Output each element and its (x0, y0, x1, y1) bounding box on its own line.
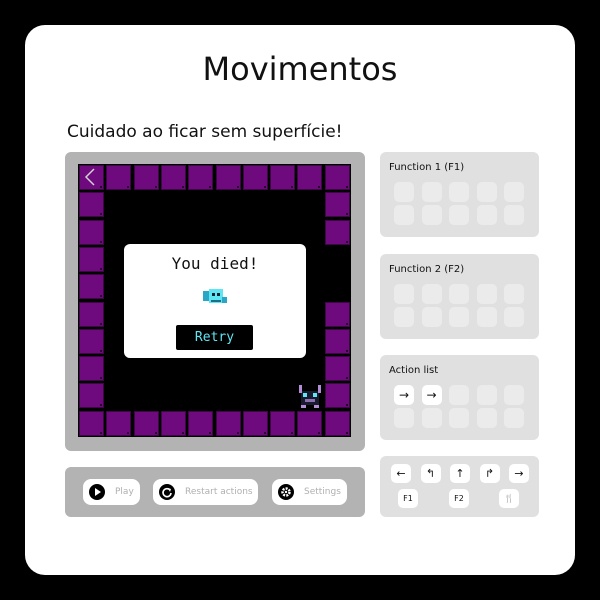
floor-tile (324, 410, 350, 436)
function1-slot[interactable] (394, 205, 414, 225)
floor-tile (215, 165, 241, 190)
floor-tile (324, 383, 350, 409)
function2-title: Function 2 (F2) (389, 264, 465, 275)
floor-tile (324, 192, 350, 218)
right-arrow-key[interactable]: → (509, 464, 529, 483)
floor-tile (106, 410, 132, 436)
function2-slot[interactable] (476, 284, 497, 304)
action-list-title: Action list (389, 365, 439, 376)
function2-slot[interactable] (421, 284, 442, 304)
floor-tile (270, 165, 296, 190)
function1-slot[interactable] (421, 182, 442, 202)
gear-icon (278, 484, 294, 500)
death-dialog: You died! Retry (124, 244, 306, 358)
left-arrow-key[interactable]: ← (391, 464, 411, 483)
function2-slot[interactable] (504, 307, 524, 327)
floor-tile (106, 165, 132, 190)
up-arrow-key[interactable]: ↑ (450, 464, 470, 483)
action-list-slot[interactable]: → (421, 385, 442, 405)
f2-key[interactable]: F2 (449, 489, 469, 508)
turn-right-key[interactable]: ↱ (479, 464, 500, 483)
play-icon (89, 484, 105, 500)
floor-tile (79, 301, 104, 327)
settings-label: Settings (304, 487, 341, 497)
floor-tile (324, 356, 350, 382)
page-title: Movimentos (202, 50, 398, 88)
action-list-slot[interactable] (504, 385, 524, 405)
floor-tile (324, 165, 350, 190)
function1-slot[interactable] (504, 182, 524, 202)
function1-slot[interactable] (504, 205, 524, 225)
function2-slot[interactable] (449, 307, 469, 327)
floor-tile (160, 410, 186, 436)
floor-tile (242, 165, 268, 190)
function2-slot[interactable] (504, 284, 524, 304)
floor-tile (79, 356, 104, 382)
f1-key[interactable]: F1 (398, 489, 418, 508)
function2-slot[interactable] (476, 307, 497, 327)
function1-title: Function 1 (F1) (389, 162, 465, 173)
level-hint: Cuidado ao ficar sem superfície! (67, 122, 343, 142)
function1-slot[interactable] (394, 182, 414, 202)
function1-slot[interactable] (449, 182, 469, 202)
action-list-slot[interactable] (421, 408, 442, 428)
play-button[interactable]: Play (83, 479, 140, 505)
action-list-slot[interactable]: → (394, 385, 414, 405)
restart-label: Restart actions (185, 487, 253, 497)
function2-slot[interactable] (421, 307, 442, 327)
action-list-slot[interactable] (449, 385, 469, 405)
floor-tile (324, 301, 350, 327)
function2-slot[interactable] (394, 284, 414, 304)
floor-tile (270, 410, 296, 436)
action-list-slot[interactable] (394, 408, 414, 428)
function1-slot[interactable] (449, 205, 469, 225)
robot-icon (297, 383, 323, 409)
dialog-title: You died! (171, 254, 259, 273)
function1-slot[interactable] (476, 205, 497, 225)
function1-slot[interactable] (476, 182, 497, 202)
floor-tile (297, 410, 323, 436)
floor-tile (188, 410, 214, 436)
chevron-left-icon[interactable] (80, 166, 102, 188)
dead-robot-icon (202, 288, 228, 306)
floor-tile (160, 165, 186, 190)
function2-slot[interactable] (394, 307, 414, 327)
floor-tile (324, 328, 350, 354)
floor-tile (79, 192, 104, 218)
retry-button[interactable]: Retry (176, 325, 253, 350)
function1-slot[interactable] (421, 205, 442, 225)
play-label: Play (115, 487, 134, 497)
floor-tile (297, 165, 323, 190)
floor-tile (133, 165, 159, 190)
floor-tile (79, 246, 104, 272)
action-list-slot[interactable] (476, 408, 497, 428)
action-list-slot[interactable] (504, 408, 524, 428)
floor-tile (79, 410, 104, 436)
floor-tile (324, 219, 350, 245)
turn-left-key[interactable]: ↰ (420, 464, 441, 483)
action-list-slot[interactable] (449, 408, 469, 428)
function2-slot[interactable] (449, 284, 469, 304)
restart-icon (159, 484, 175, 500)
restart-button[interactable]: Restart actions (153, 479, 258, 505)
floor-tile (79, 383, 104, 409)
floor-tile (79, 219, 104, 245)
floor-tile (79, 328, 104, 354)
action-list-slot[interactable] (476, 385, 497, 405)
floor-tile (133, 410, 159, 436)
floor-tile (215, 410, 241, 436)
settings-button[interactable]: Settings (272, 479, 347, 505)
fork-knife-key[interactable]: 🍴 (499, 489, 519, 508)
floor-tile (188, 165, 214, 190)
floor-tile (79, 274, 104, 300)
floor-tile (242, 410, 268, 436)
